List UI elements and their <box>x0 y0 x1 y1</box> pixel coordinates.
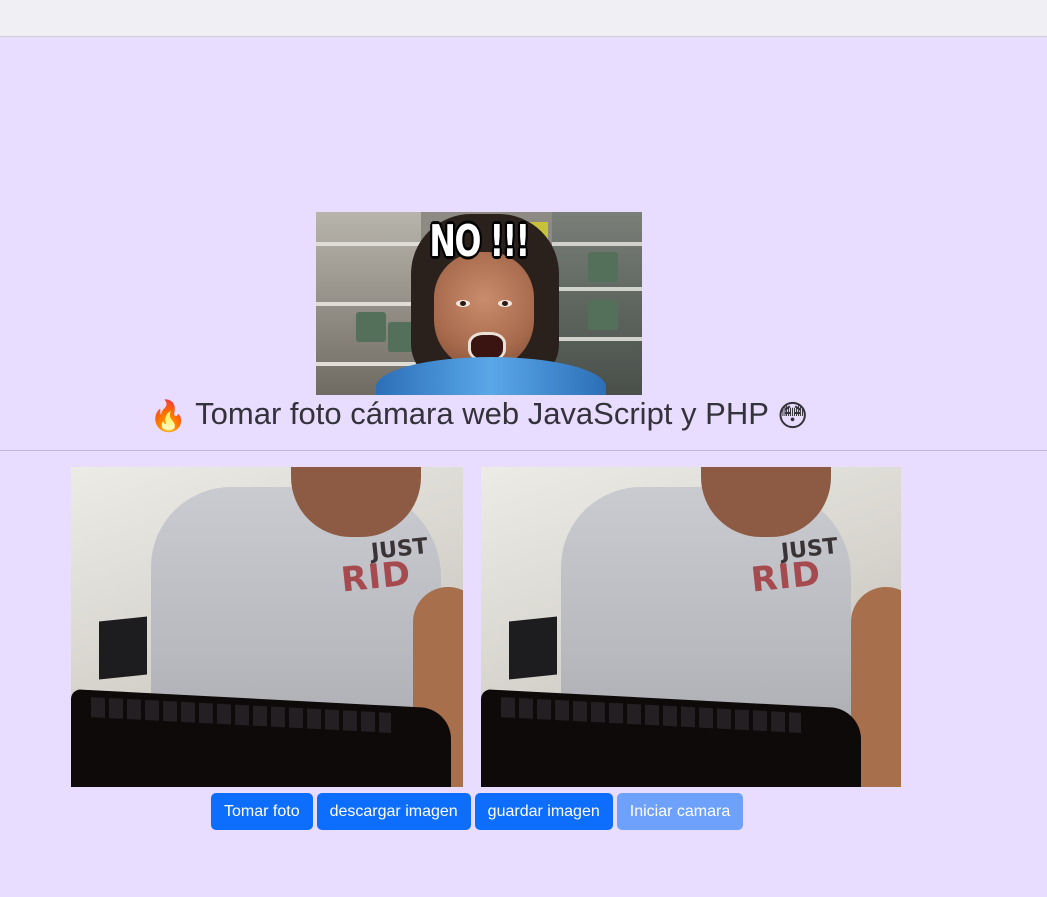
meme-shelf-box <box>356 312 386 342</box>
meme-shelf-edge <box>316 362 421 366</box>
meme-caption: NO !!! <box>429 216 530 267</box>
webcam-video: JUST RID <box>71 467 463 787</box>
page-title: 🔥 Tomar foto cámara web JavaScript y PHP… <box>0 394 958 437</box>
canvas-shirt-print-bottom: RID <box>749 553 823 601</box>
flushed-face-icon: 😳 <box>776 399 809 434</box>
horizontal-divider <box>0 450 1047 451</box>
meme-shelf-edge <box>552 287 642 291</box>
video-shirt-print-bottom: RID <box>339 553 413 601</box>
canvas-monitor <box>509 616 557 680</box>
start-camera-button[interactable]: Iniciar camara <box>616 793 744 830</box>
captured-photo-canvas: JUST RID <box>481 467 901 787</box>
save-image-button[interactable]: guardar imagen <box>474 793 613 830</box>
meme-shelf-edge <box>316 302 421 306</box>
action-buttons: Tomar foto descargar imagen guardar imag… <box>211 793 744 830</box>
video-monitor <box>99 616 147 680</box>
meme-gif-image: NO !!! <box>316 212 642 395</box>
meme-eye <box>456 300 470 307</box>
meme-eye <box>498 300 512 307</box>
page-title-text: Tomar foto cámara web JavaScript y PHP <box>195 396 769 431</box>
fire-icon: 🔥 <box>149 399 188 434</box>
take-photo-button[interactable]: Tomar foto <box>211 793 313 830</box>
download-image-button[interactable]: descargar imagen <box>316 793 471 830</box>
meme-face <box>434 252 534 370</box>
browser-top-bar <box>0 0 1047 37</box>
meme-shelf-box <box>588 300 618 330</box>
meme-shelf-edge <box>552 337 642 341</box>
